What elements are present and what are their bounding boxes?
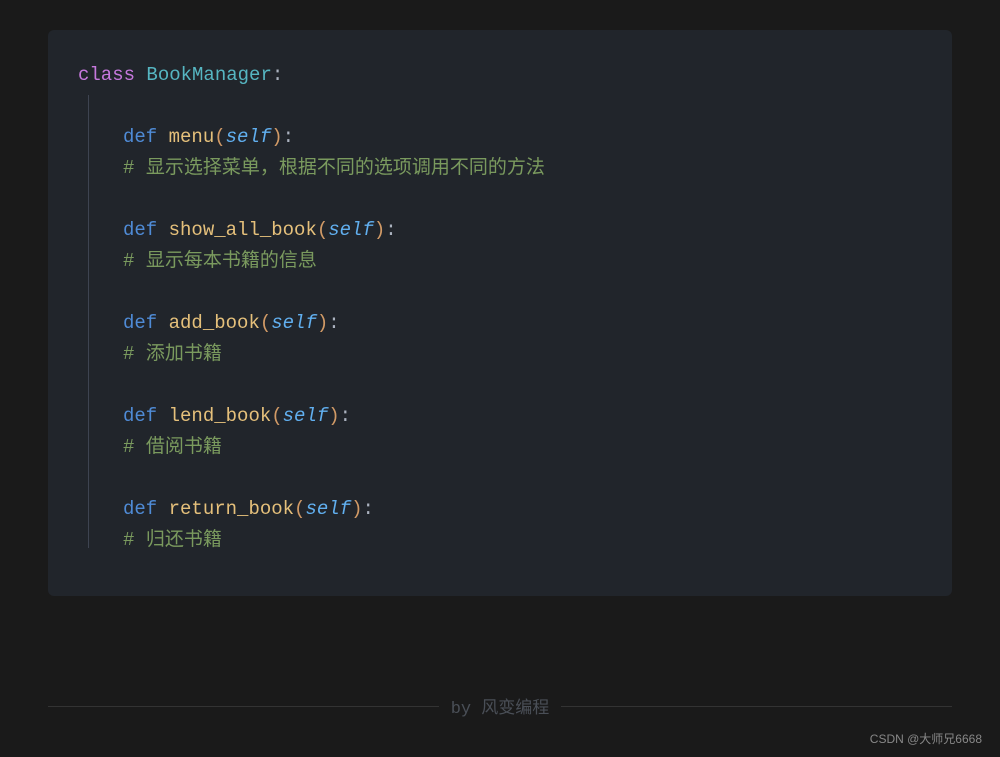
class-name: BookManager xyxy=(146,64,271,86)
def-keyword: def xyxy=(123,219,157,241)
method-def-return-book: def return_book(self): xyxy=(123,494,922,525)
watermark: CSDN @大师兄6668 xyxy=(870,730,982,747)
method-def-lend-book: def lend_book(self): xyxy=(123,401,922,432)
method-name: menu xyxy=(169,126,215,148)
method-comment-menu: # 显示选择菜单，根据不同的选项调用不同的方法 xyxy=(123,153,922,184)
class-body: def menu(self): # 显示选择菜单，根据不同的选项调用不同的方法 … xyxy=(123,91,922,556)
method-name: show_all_book xyxy=(169,219,317,241)
method-comment-return-book: # 归还书籍 xyxy=(123,525,922,556)
blank-line xyxy=(123,370,922,401)
blank-line xyxy=(123,277,922,308)
self-param: self xyxy=(328,219,374,241)
def-keyword: def xyxy=(123,312,157,334)
method-comment-lend-book: # 借阅书籍 xyxy=(123,432,922,463)
indent-guide xyxy=(88,95,89,548)
divider-line-right xyxy=(561,706,952,707)
self-param: self xyxy=(271,312,317,334)
def-keyword: def xyxy=(123,126,157,148)
comment-text: 借阅书籍 xyxy=(146,436,222,458)
method-def-show-all-book: def show_all_book(self): xyxy=(123,215,922,246)
divider-line-left xyxy=(48,706,439,707)
method-comment-show-all-book: # 显示每本书籍的信息 xyxy=(123,246,922,277)
code-block: class BookManager: def menu(self): # 显示选… xyxy=(48,30,952,596)
blank-line xyxy=(123,91,922,122)
comment-text: 添加书籍 xyxy=(146,343,222,365)
method-def-menu: def menu(self): xyxy=(123,122,922,153)
method-name: return_book xyxy=(169,498,294,520)
class-declaration: class BookManager: xyxy=(78,60,922,91)
method-name: lend_book xyxy=(169,405,272,427)
comment-text: 显示每本书籍的信息 xyxy=(146,250,317,272)
comment-text: 归还书籍 xyxy=(146,529,222,551)
class-keyword: class xyxy=(78,64,135,86)
def-keyword: def xyxy=(123,498,157,520)
self-param: self xyxy=(305,498,351,520)
self-param: self xyxy=(283,405,329,427)
method-comment-add-book: # 添加书籍 xyxy=(123,339,922,370)
blank-line xyxy=(123,184,922,215)
footer-divider: by 风变编程 xyxy=(48,693,952,719)
blank-line xyxy=(123,463,922,494)
self-param: self xyxy=(226,126,272,148)
method-name: add_book xyxy=(169,312,260,334)
method-def-add-book: def add_book(self): xyxy=(123,308,922,339)
footer-text: by 风变编程 xyxy=(439,693,562,719)
comment-text: 显示选择菜单，根据不同的选项调用不同的方法 xyxy=(146,157,545,179)
def-keyword: def xyxy=(123,405,157,427)
